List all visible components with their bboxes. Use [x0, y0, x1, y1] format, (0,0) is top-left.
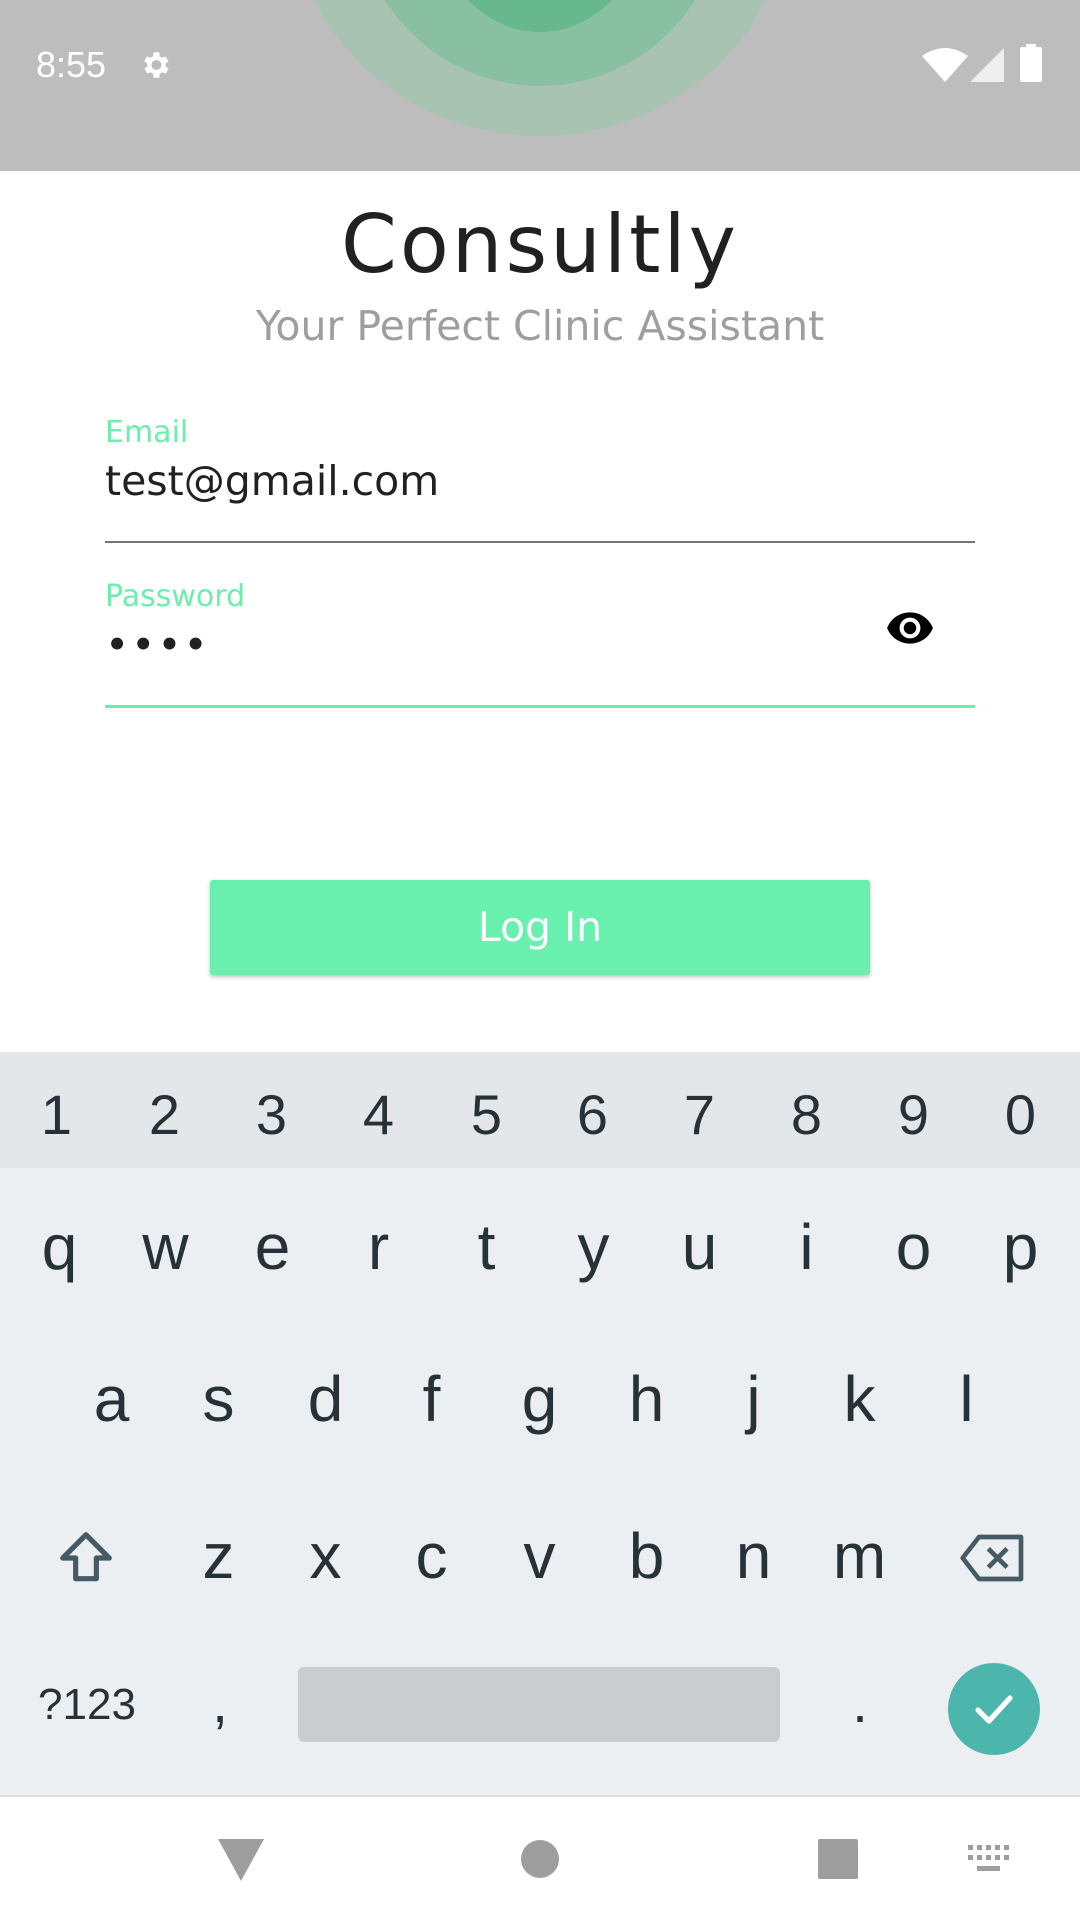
backspace-icon[interactable] [958, 1530, 1028, 1586]
show-password-icon[interactable] [885, 603, 935, 653]
password-underline [105, 705, 975, 708]
key-e[interactable]: e [219, 1210, 326, 1284]
email-label: Email [105, 415, 189, 450]
key-o[interactable]: o [860, 1210, 967, 1284]
soft-keyboard: 1 2 3 4 5 6 7 8 9 0 q w e r t y u i o p … [0, 1052, 1080, 1795]
key-4[interactable]: 4 [325, 1082, 432, 1147]
navigation-bar [0, 1795, 1080, 1922]
key-6[interactable]: 6 [539, 1082, 646, 1147]
shift-icon[interactable] [55, 1527, 117, 1589]
spacebar[interactable] [298, 1667, 780, 1742]
key-j[interactable]: j [700, 1362, 807, 1436]
key-i[interactable]: i [753, 1210, 860, 1284]
key-3[interactable]: 3 [218, 1082, 325, 1147]
comma-key[interactable]: , [190, 1670, 250, 1735]
home-icon[interactable] [520, 1839, 560, 1879]
check-icon [975, 1695, 1013, 1724]
recents-icon[interactable] [818, 1839, 858, 1879]
key-g[interactable]: g [486, 1362, 593, 1436]
keyboard-switch-icon[interactable] [968, 1845, 1010, 1873]
key-9[interactable]: 9 [860, 1082, 967, 1147]
key-a[interactable]: a [58, 1362, 165, 1436]
key-8[interactable]: 8 [753, 1082, 860, 1147]
key-d[interactable]: d [272, 1362, 379, 1436]
key-l[interactable]: l [913, 1362, 1020, 1436]
email-input[interactable]: test@gmail.com [105, 457, 439, 505]
key-0[interactable]: 0 [967, 1082, 1074, 1147]
battery-icon [1020, 44, 1042, 82]
key-v[interactable]: v [486, 1519, 593, 1593]
key-u[interactable]: u [646, 1210, 753, 1284]
gear-icon [144, 52, 169, 78]
key-n[interactable]: n [700, 1519, 807, 1593]
status-bar: 8:55 [0, 0, 1080, 171]
email-underline [105, 541, 975, 543]
key-c[interactable]: c [378, 1519, 485, 1593]
key-k[interactable]: k [806, 1362, 913, 1436]
symbols-key[interactable]: ?123 [22, 1680, 152, 1730]
key-q[interactable]: q [6, 1210, 113, 1284]
key-1[interactable]: 1 [3, 1082, 110, 1147]
key-y[interactable]: y [540, 1210, 647, 1284]
key-f[interactable]: f [378, 1362, 485, 1436]
login-button[interactable]: Log In [210, 880, 870, 975]
key-x[interactable]: x [272, 1519, 379, 1593]
password-field[interactable]: Password •••• [105, 579, 975, 709]
key-m[interactable]: m [806, 1519, 913, 1593]
key-z[interactable]: z [165, 1519, 272, 1593]
key-t[interactable]: t [433, 1210, 540, 1284]
key-5[interactable]: 5 [433, 1082, 540, 1147]
key-2[interactable]: 2 [111, 1082, 218, 1147]
wifi-icon [922, 48, 968, 82]
key-7[interactable]: 7 [646, 1082, 753, 1147]
password-input[interactable]: •••• [105, 621, 210, 669]
key-s[interactable]: s [165, 1362, 272, 1436]
key-b[interactable]: b [593, 1519, 700, 1593]
back-icon[interactable] [218, 1839, 264, 1881]
key-w[interactable]: w [112, 1210, 219, 1284]
email-field[interactable]: Email test@gmail.com [105, 415, 975, 545]
app-title: Consultly [340, 198, 740, 291]
key-p[interactable]: p [967, 1210, 1074, 1284]
status-time: 8:55 [36, 44, 107, 85]
period-key[interactable]: . [830, 1670, 890, 1735]
enter-key[interactable] [948, 1663, 1040, 1755]
key-r[interactable]: r [325, 1210, 432, 1284]
key-h[interactable]: h [593, 1362, 700, 1436]
keyboard-number-row: 1 2 3 4 5 6 7 8 9 0 [0, 1052, 1080, 1168]
cellular-signal-icon [970, 48, 1004, 82]
app-subtitle: Your Perfect Clinic Assistant [255, 302, 825, 350]
password-label: Password [105, 579, 246, 614]
